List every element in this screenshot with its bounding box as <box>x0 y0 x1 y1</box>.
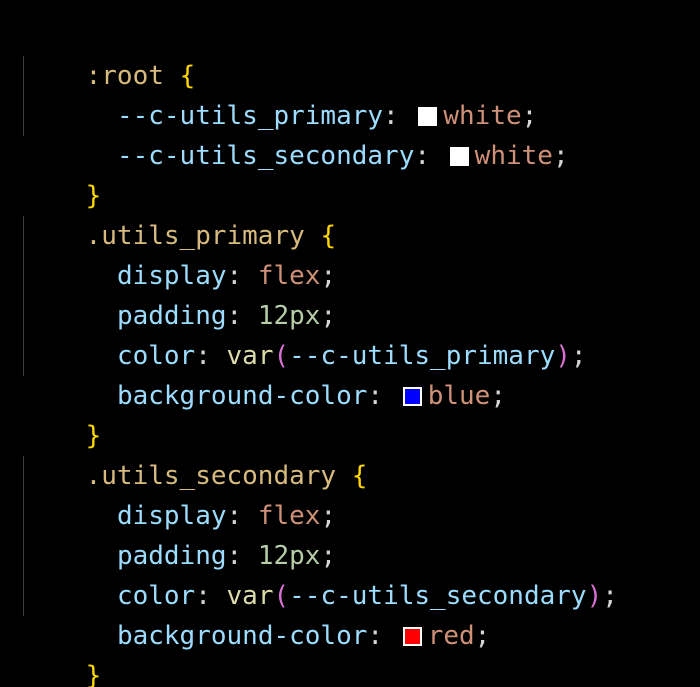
property-name: background-color <box>116 381 368 411</box>
code-line: padding: 12px; <box>116 541 337 571</box>
color-swatch[interactable] <box>449 147 469 166</box>
code-line: --c-utils_secondary: white; <box>116 141 569 171</box>
code-line: } <box>23 616 102 687</box>
code-line: background-color: red; <box>116 621 491 651</box>
color-swatch[interactable] <box>402 387 422 406</box>
property-name: background-color <box>116 621 368 651</box>
code-line: padding: 12px; <box>116 301 337 331</box>
open-brace: { <box>351 461 368 491</box>
code-line: } <box>23 376 102 451</box>
custom-property-name: --c-utils_secondary <box>116 141 415 171</box>
code-line: display: flex; <box>116 501 337 531</box>
code-line: color: var(--c-utils_primary); <box>116 341 587 371</box>
code-editor[interactable]: :root { --c-utils_primary: white; --c-ut… <box>0 0 700 687</box>
code-line: background-color: blue; <box>116 381 506 411</box>
close-brace: } <box>85 661 102 687</box>
code-line: --c-utils_primary: white; <box>116 101 538 131</box>
property-value: red <box>427 621 475 651</box>
code-line: :root { <box>23 16 196 91</box>
code-line: color: var(--c-utils_secondary); <box>116 581 618 611</box>
custom-property-value: white <box>474 141 553 171</box>
code-line: .utils_primary { <box>23 176 336 251</box>
code-line: } <box>23 136 102 211</box>
property-value: blue <box>427 381 491 411</box>
code-line: .utils_secondary { <box>23 416 368 491</box>
code-line: display: flex; <box>116 261 337 291</box>
color-swatch[interactable] <box>402 627 422 646</box>
